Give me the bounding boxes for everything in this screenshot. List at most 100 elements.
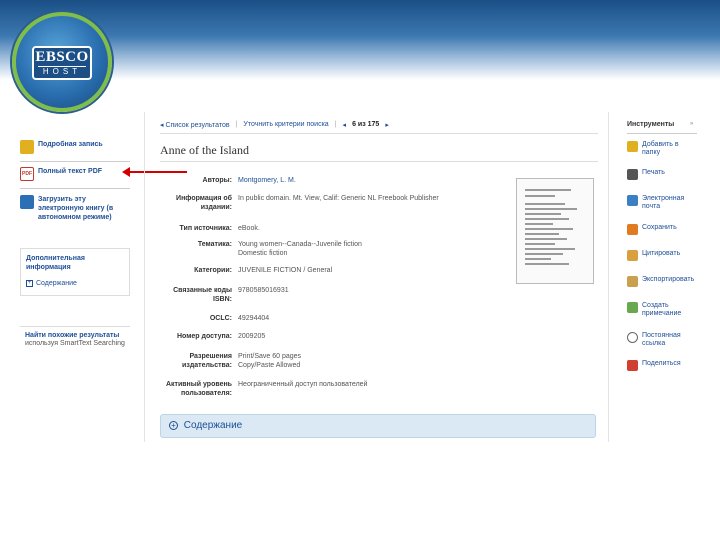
refine-search-link[interactable]: Уточнить критерии поиска [243, 121, 328, 129]
field-label: Авторы: [202, 177, 232, 184]
category-link[interactable]: JUVENILE FICTION / General [238, 266, 510, 275]
field-subjects: Тематика: Young women--Canada--Juvenile … [160, 240, 510, 258]
divider [160, 161, 598, 162]
thumb-text-line [525, 263, 569, 265]
divider [160, 133, 598, 134]
contents-link[interactable]: + Содержание [26, 280, 124, 287]
tool-save[interactable]: Сохранить [627, 224, 698, 235]
thumb-text-line [525, 208, 577, 210]
additional-info-title: Дополнительная информация [26, 255, 85, 271]
thumb-text-line [525, 228, 573, 230]
previous-record-button[interactable]: ◂ [343, 121, 347, 129]
field-user-level: Активный уровень пользователя: Неогранич… [160, 380, 510, 398]
tool-label: Сохранить [642, 224, 677, 231]
tool-add-to-folder[interactable]: Добавить в папку [627, 141, 698, 157]
field-isbn: Связанные коды ISBN: 9780585016931 [160, 286, 510, 304]
result-navigation: ◂ Список результатов | Уточнить критерии… [160, 121, 389, 129]
tool-permalink[interactable]: Постоянная ссылка [627, 332, 698, 348]
tool-label: Экспортировать [642, 276, 695, 283]
field-label: OCLC: [209, 315, 232, 322]
print-icon [627, 169, 638, 180]
thumb-text-line [525, 213, 561, 215]
save-icon [627, 224, 638, 235]
sidebar-item-download-ebook[interactable]: Загрузить эту электронную книгу (в автон… [20, 195, 123, 222]
thumb-text-line [525, 238, 567, 240]
field-value: Неограниченный доступ пользователей [238, 381, 368, 388]
nav-separator: | [334, 121, 337, 128]
thumb-text-line [525, 243, 555, 245]
plus-circle-icon: + [169, 421, 178, 430]
back-to-results-link[interactable]: ◂ Список результатов [160, 121, 230, 129]
tool-label: Цитировать [642, 250, 681, 257]
field-categories: Категории: JUVENILE FICTION / General [160, 266, 510, 275]
subject-links[interactable]: Young women--Canada--Juvenile fiction Do… [238, 240, 510, 258]
field-label: Тип источника: [179, 225, 232, 232]
logo-badge: EBSCO HOST [32, 46, 92, 80]
thumb-text-line [525, 203, 565, 205]
similar-results-box[interactable]: Найти похожие результаты используя Smart… [20, 326, 130, 352]
field-value: 2009205 [238, 333, 266, 340]
field-label: Разрешения издательства: [182, 353, 232, 369]
tool-export[interactable]: Экспортировать [627, 276, 698, 287]
thumb-text-line [525, 248, 575, 250]
author-link[interactable]: Montgomery, L. M. [238, 177, 296, 184]
similar-results-subtitle: используя SmartText Searching [25, 340, 125, 347]
record-title: Anne of the Island [160, 143, 249, 157]
ebsco-host-logo[interactable]: EBSCO HOST [12, 12, 112, 112]
sidebar-item-label: Загрузить эту электронную книгу (в автон… [38, 196, 114, 221]
pdf-icon: PDF [20, 167, 34, 181]
cite-icon [627, 250, 638, 261]
note-icon [627, 302, 638, 313]
logo-bottom-text: HOST [38, 66, 86, 77]
field-label: Категории: [194, 267, 232, 274]
share-icon [627, 360, 638, 371]
column-divider-right [608, 112, 609, 442]
tool-label: Поделиться [642, 360, 681, 367]
thumb-text-line [525, 233, 559, 235]
record-position: 6 из 175 [352, 121, 380, 128]
detail-record-icon [20, 140, 34, 154]
next-record-button[interactable]: ▸ [385, 121, 389, 129]
book-cover-thumbnail[interactable] [516, 178, 594, 284]
sidebar-item-pdf-full-text[interactable]: PDF Полный текст PDF [20, 167, 123, 181]
field-value: Print/Save 60 pages Copy/Paste Allowed [238, 353, 302, 369]
tool-cite[interactable]: Цитировать [627, 250, 698, 261]
field-value: 49294404 [238, 315, 270, 322]
similar-results-title: Найти похожие результаты [25, 332, 120, 339]
field-accession-number: Номер доступа: 2009205 [160, 332, 510, 341]
field-label: Активный уровень пользователя: [165, 381, 232, 397]
tool-print[interactable]: Печать [627, 169, 698, 180]
field-authors: Авторы: Montgomery, L. M. [160, 176, 510, 185]
field-label: Номер доступа: [177, 333, 232, 340]
collapse-tools-button[interactable]: » [690, 121, 693, 127]
tool-email[interactable]: Электронная почта [627, 195, 698, 211]
red-arrow-line [125, 171, 187, 173]
field-value: eBook. [238, 225, 260, 232]
sidebar-item-label: Полный текст PDF [38, 168, 103, 175]
export-icon [627, 276, 638, 287]
download-icon [20, 195, 34, 209]
contents-expander-label: Содержание [183, 420, 243, 431]
nav-separator: | [235, 121, 238, 128]
field-label: Информация об издании: [176, 195, 232, 211]
thumb-text-line [525, 253, 563, 255]
tool-label: Постоянная ссылка [642, 332, 681, 347]
contents-expander[interactable]: + Содержание [160, 414, 596, 438]
field-value: 9780585016931 [238, 287, 289, 294]
tool-share[interactable]: Поделиться [627, 360, 698, 371]
folder-icon [627, 141, 638, 152]
column-divider-left [144, 112, 145, 442]
divider [20, 161, 130, 162]
thumb-text-line [525, 258, 551, 260]
tool-label: Печать [642, 169, 665, 176]
field-label: Тематика: [197, 241, 232, 248]
tool-label: Электронная почта [642, 195, 685, 210]
tools-title: Инструменты [627, 121, 675, 128]
thumb-text-line [525, 223, 553, 225]
sidebar-item-detailed-record[interactable]: Подробная запись [20, 140, 123, 154]
thumb-text-line [525, 218, 569, 220]
tool-create-note[interactable]: Создать примечание [627, 302, 698, 318]
additional-info-box: Дополнительная информация + Содержание [20, 248, 130, 296]
email-icon [627, 195, 638, 206]
expand-icon: + [26, 280, 33, 287]
